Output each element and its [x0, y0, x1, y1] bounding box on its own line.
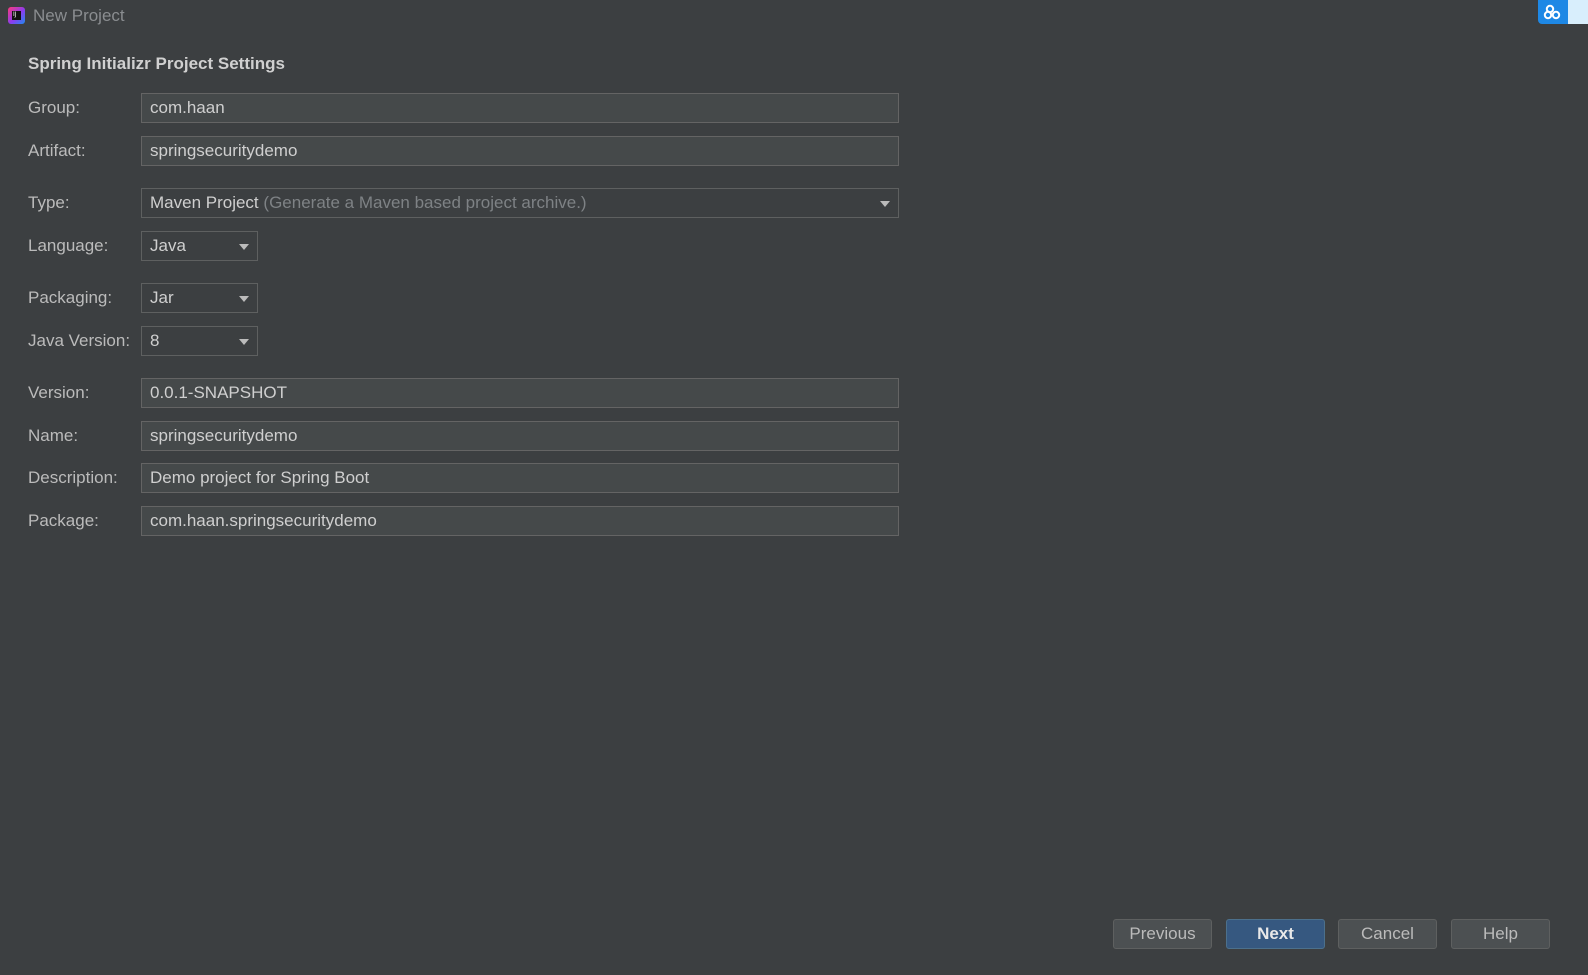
intellij-idea-icon: IJ	[8, 7, 25, 24]
package-label: Package:	[28, 511, 99, 530]
description-field[interactable]: Demo project for Spring Boot	[141, 463, 899, 493]
version-label: Version:	[28, 383, 90, 402]
name-field[interactable]: springsecuritydemo	[141, 421, 899, 451]
window-title: New Project	[33, 6, 125, 25]
type-value: Maven Project	[150, 193, 259, 212]
name-label: Name:	[28, 426, 79, 445]
cancel-button[interactable]: Cancel	[1338, 919, 1437, 949]
artifact-label: Artifact:	[28, 141, 86, 160]
language-dropdown[interactable]: Java	[141, 231, 258, 261]
group-field[interactable]: com.haan	[141, 93, 899, 123]
next-button[interactable]: Next	[1226, 919, 1325, 949]
java-version-dropdown[interactable]: 8	[141, 326, 258, 356]
description-label: Description:	[28, 468, 118, 487]
title-bar: IJ New Project	[0, 0, 1588, 34]
chevron-down-icon	[239, 244, 249, 250]
chevron-down-icon	[239, 339, 249, 345]
previous-button[interactable]: Previous	[1113, 919, 1212, 949]
new-project-dialog: IJ New Project Spring Initializr Project…	[0, 0, 1588, 975]
language-value: Java	[150, 236, 186, 255]
artifact-field[interactable]: springsecuritydemo	[141, 136, 899, 166]
version-field[interactable]: 0.0.1-SNAPSHOT	[141, 378, 899, 408]
section-title: Spring Initializr Project Settings	[28, 54, 285, 73]
chevron-down-icon	[239, 296, 249, 302]
type-label: Type:	[28, 193, 70, 212]
help-button[interactable]: Help	[1451, 919, 1550, 949]
type-hint: (Generate a Maven based project archive.…	[263, 193, 587, 212]
java-version-value: 8	[150, 331, 160, 350]
packaging-dropdown[interactable]: Jar	[141, 283, 258, 313]
package-field[interactable]: com.haan.springsecuritydemo	[141, 506, 899, 536]
group-label: Group:	[28, 98, 80, 117]
packaging-label: Packaging:	[28, 288, 113, 307]
corner-strip	[1568, 0, 1588, 24]
type-dropdown[interactable]: Maven Project (Generate a Maven based pr…	[141, 188, 899, 218]
java-version-label: Java Version:	[28, 331, 131, 350]
language-label: Language:	[28, 236, 109, 255]
cloud-sync-icon[interactable]	[1538, 0, 1568, 24]
packaging-value: Jar	[150, 288, 174, 307]
chevron-down-icon	[880, 201, 890, 207]
